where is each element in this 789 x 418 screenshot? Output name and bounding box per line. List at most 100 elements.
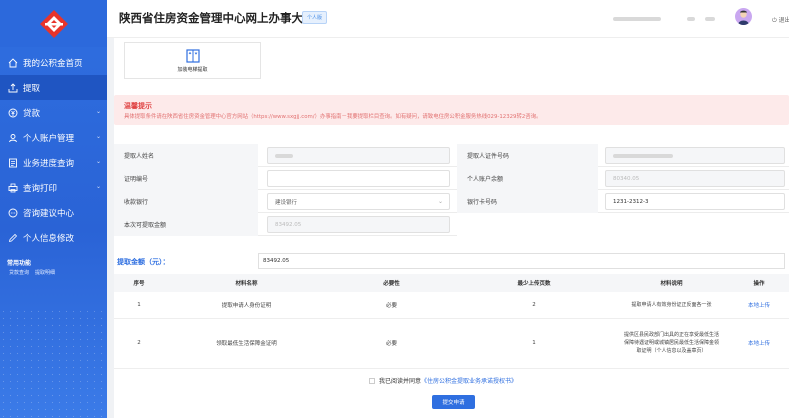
table-header-cell: 材料名称 — [164, 274, 329, 292]
sidebar-item-label: 业务进度查询 — [23, 158, 75, 169]
agreement-checkbox[interactable] — [369, 377, 375, 384]
balance-field: 80340.05 — [605, 170, 785, 187]
material-desc: 提取申请人有效身份证正反面各一张 — [614, 292, 729, 319]
chevron-down-icon: ⌄ — [437, 198, 443, 205]
page-title: 陕西省住房资金管理中心网上办事大厅 — [119, 11, 315, 25]
elevator-icon — [185, 48, 200, 63]
common-link-withdraw-detail[interactable]: 提取明细 — [35, 270, 55, 276]
notice-banner: 温馨提示 具体提取条件请在陕西省住房资金管理中心官方网站（https://www… — [114, 95, 789, 125]
materials-table: 序号 材料名称 必要性 最少上传页数 材料说明 操作 1 提取申请人身份证明 必… — [114, 274, 789, 369]
card-number-input[interactable]: 1231-2312-3 — [605, 193, 785, 210]
sidebar-item-loan[interactable]: 贷款 ⌄ — [0, 100, 107, 125]
table-header-cell: 材料说明 — [614, 274, 729, 292]
row-number: 1 — [114, 292, 164, 319]
header: 陕西省住房资金管理中心网上办事大厅 个人版 ⏻ 退出 — [107, 0, 789, 38]
id-number-label: 提取人证件号码 — [457, 144, 598, 167]
material-name: 领取最低生活保障金证明 — [164, 318, 329, 369]
withdraw-amount-input[interactable]: 83492.05 — [258, 253, 785, 269]
power-icon: ⏻ — [772, 17, 777, 24]
user-info-redacted — [613, 17, 661, 21]
name-label: 提取人姓名 — [114, 144, 258, 167]
loan-icon — [7, 107, 18, 118]
table-header-cell: 操作 — [729, 274, 789, 292]
form-row: 收款银行 建设银行 ⌄ 银行卡号码 1231-2312-3 — [114, 190, 789, 213]
logout-label: 退出 — [778, 17, 789, 24]
form-row: 本次可提取金额 83492.05 — [114, 213, 789, 236]
table-header-row: 序号 材料名称 必要性 最少上传页数 材料说明 操作 — [114, 274, 789, 292]
user-info-redacted — [705, 17, 715, 21]
edit-icon — [7, 232, 18, 243]
version-badge: 个人版 — [302, 11, 328, 24]
material-desc: 提供区县民政部门出具的正在享受最低生活保障待遇证明或城镇居民最低生活保障金领取证… — [614, 318, 729, 369]
sidebar-item-label: 个人账户管理 — [23, 133, 75, 144]
chevron-down-icon: ⌄ — [95, 108, 101, 115]
elevator-withdraw-label: 加装电梯提取 — [177, 66, 208, 73]
logout-button[interactable]: ⏻ 退出 — [772, 15, 789, 25]
elevator-withdraw-card[interactable]: 加装电梯提取 — [124, 42, 261, 79]
sidebar-item-withdraw[interactable]: 提取 — [0, 75, 107, 100]
sidebar-item-print[interactable]: 查询打印 ⌄ — [0, 175, 107, 200]
common-link-loan-query[interactable]: 贷款查询 — [9, 270, 29, 276]
material-need: 必要 — [329, 292, 454, 319]
chat-icon — [7, 207, 18, 218]
upload-link[interactable]: 本地上传 — [748, 341, 770, 347]
sidebar-item-label: 咨询建议中心 — [23, 208, 75, 219]
common-functions-links: 贷款查询 提取明细 — [0, 267, 107, 276]
user-icon — [7, 132, 18, 143]
cert-number-input[interactable] — [267, 170, 450, 187]
progress-icon — [7, 157, 18, 168]
logo-icon — [39, 9, 68, 38]
name-value-redacted — [275, 153, 293, 158]
agreement-row: 我已阅读并同意 《住房公积金提取业务承诺授权书》 — [369, 376, 517, 385]
empty-cell — [457, 213, 789, 236]
withdraw-amount-label: 提取金额（元）： — [117, 258, 170, 266]
chevron-down-icon: ⌄ — [95, 158, 101, 165]
max-amount-label: 本次可提取金额 — [114, 213, 258, 236]
id-number-field — [605, 147, 785, 164]
form-row: 证明编号 个人账户余额 80340.05 — [114, 167, 789, 190]
sidebar-item-consult[interactable]: 咨询建议中心 — [0, 200, 107, 225]
submit-button[interactable]: 提交申请 — [432, 395, 475, 409]
cert-number-label: 证明编号 — [114, 167, 258, 190]
print-icon — [7, 182, 18, 193]
sidebar-item-account[interactable]: 个人账户管理 ⌄ — [0, 125, 107, 150]
material-pages: 1 — [454, 318, 614, 369]
notice-text: 具体提取条件请在陕西省住房资金管理中心官方网站（https://www.sxgj… — [124, 114, 542, 120]
card-number-label: 银行卡号码 — [457, 190, 598, 213]
sidebar-item-home[interactable]: 我的公积金首页 — [0, 50, 107, 75]
sidebar: 我的公积金首页 提取 贷款 ⌄ 个人账户管理 ⌄ 业务进度查询 ⌄ 查询打印 ⌄ — [0, 0, 107, 418]
max-amount-field: 83492.05 — [267, 216, 450, 233]
table-row: 2 领取最低生活保障金证明 必要 1 提供区县民政部门出具的正在享受最低生活保障… — [114, 318, 789, 369]
common-functions-title: 常用功能 — [7, 260, 32, 267]
name-field — [267, 147, 450, 164]
upload-link[interactable]: 本地上传 — [748, 303, 770, 309]
sidebar-decoration — [0, 308, 107, 418]
table-row: 1 提取申请人身份证明 必要 2 提取申请人有效身份证正反面各一张 本地上传 — [114, 292, 789, 319]
sidebar-item-label: 个人信息修改 — [23, 233, 75, 244]
form-row: 提取人姓名 提取人证件号码 — [114, 144, 789, 167]
material-name: 提取申请人身份证明 — [164, 292, 329, 319]
balance-label: 个人账户余额 — [457, 167, 598, 190]
sidebar-item-profile[interactable]: 个人信息修改 — [0, 225, 107, 250]
logo[interactable] — [0, 0, 107, 47]
bank-select[interactable]: 建设银行 ⌄ — [267, 193, 450, 210]
home-icon — [7, 57, 18, 68]
notice-title: 温馨提示 — [124, 102, 152, 110]
table-header-cell: 最少上传页数 — [454, 274, 614, 292]
material-pages: 2 — [454, 292, 614, 319]
id-number-redacted — [613, 153, 673, 158]
table-header-cell: 序号 — [114, 274, 164, 292]
table-header-cell: 必要性 — [329, 274, 454, 292]
agreement-link[interactable]: 《住房公积金提取业务承诺授权书》 — [421, 376, 517, 385]
sidebar-item-progress[interactable]: 业务进度查询 ⌄ — [0, 150, 107, 175]
avatar[interactable] — [735, 8, 752, 25]
sidebar-item-label: 我的公积金首页 — [23, 58, 83, 69]
chevron-down-icon: ⌄ — [95, 183, 101, 190]
sidebar-item-label: 提取 — [23, 83, 41, 94]
sidebar-item-label: 查询打印 — [23, 183, 58, 194]
withdraw-icon — [7, 82, 18, 93]
row-number: 2 — [114, 318, 164, 369]
sidebar-item-label: 贷款 — [23, 108, 41, 119]
bank-select-value: 建设银行 — [275, 199, 298, 206]
bank-label: 收款银行 — [114, 190, 258, 213]
